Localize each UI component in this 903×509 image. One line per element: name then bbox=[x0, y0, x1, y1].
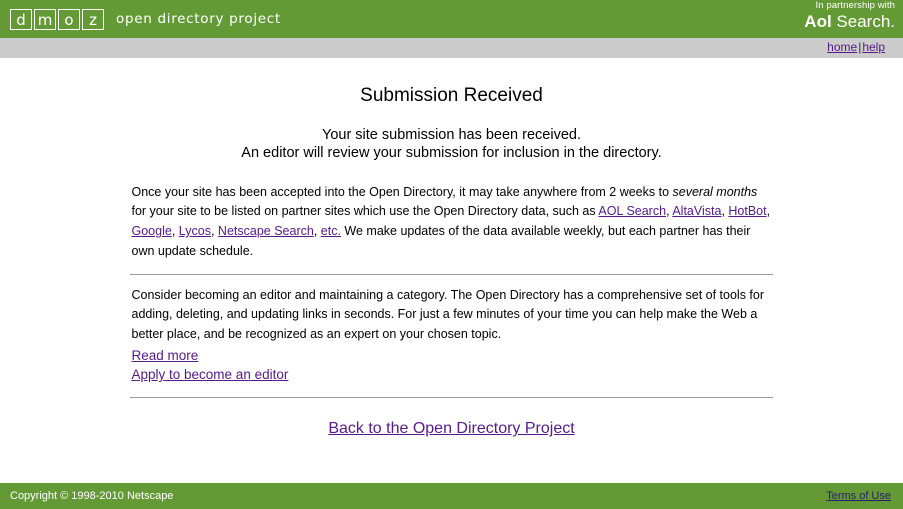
aol-search-brand: Aol Search. bbox=[804, 13, 895, 30]
dmoz-logo[interactable]: d m o z open directory project bbox=[10, 8, 281, 30]
back-link-container: Back to the Open Directory Project bbox=[0, 420, 903, 438]
partner-link-altavista[interactable]: AltaVista bbox=[672, 204, 721, 218]
listing-timeline-paragraph: Once your site has been accepted into th… bbox=[132, 183, 772, 262]
editor-links: Read more Apply to become an editor bbox=[132, 346, 772, 384]
section-divider-top bbox=[130, 273, 773, 275]
nav-links: home|help bbox=[827, 40, 885, 54]
partner-sep-5: , bbox=[313, 224, 321, 239]
intro-line-1: Your site submission has been received. bbox=[321, 127, 581, 143]
aol-partnership-logo: In partnership with Aol Search. bbox=[804, 1, 895, 30]
site-footer: Copyright © 1998-2010 Netscape Terms of … bbox=[0, 483, 903, 509]
logo-tagline: open directory project bbox=[116, 11, 281, 27]
footer-terms-container: Terms of Use bbox=[826, 490, 891, 502]
partner-sep-4: , bbox=[210, 224, 218, 239]
partner-link-netscape-search[interactable]: Netscape Search bbox=[218, 224, 314, 238]
intro-message: Your site submission has been received. … bbox=[0, 127, 903, 163]
intro-line-2: An editor will review your submission fo… bbox=[241, 144, 662, 161]
logo-letter-d: d bbox=[10, 8, 32, 30]
footer-copyright: Copyright © 1998-2010 Netscape bbox=[10, 490, 174, 502]
aol-brand-rest: Search. bbox=[831, 11, 895, 31]
partner-sep-3: , bbox=[171, 224, 179, 239]
page-title: Submission Received bbox=[360, 85, 543, 106]
partner-link-lycos[interactable]: Lycos bbox=[179, 224, 211, 238]
secondary-nav-bar: home|help bbox=[0, 38, 903, 58]
timeline-text-part1: Once your site has been accepted into th… bbox=[131, 184, 673, 199]
partner-link-google[interactable]: Google bbox=[132, 224, 172, 238]
partner-link-aol-search[interactable]: AOL Search bbox=[598, 204, 666, 218]
dmoz-logo-letters: d m o z bbox=[10, 8, 104, 30]
nav-link-help[interactable]: help bbox=[862, 40, 885, 54]
main-content: Submission Received Your site submission… bbox=[0, 58, 903, 438]
timeline-emphasis: several months bbox=[672, 184, 758, 199]
become-editor-paragraph: Consider becoming an editor and maintain… bbox=[131, 287, 765, 342]
partner-link-hotbot[interactable]: HotBot bbox=[728, 204, 766, 218]
nav-link-home[interactable]: home bbox=[827, 40, 857, 54]
partner-link-etc[interactable]: etc. bbox=[321, 224, 341, 238]
become-editor-section: Consider becoming an editor and maintain… bbox=[132, 286, 772, 385]
partnership-label: In partnership with bbox=[815, 0, 895, 11]
site-header: d m o z open directory project In partne… bbox=[0, 0, 903, 38]
logo-letter-o: o bbox=[58, 8, 80, 30]
apply-editor-link[interactable]: Apply to become an editor bbox=[132, 365, 772, 384]
partner-sep-2: , bbox=[766, 204, 771, 219]
section-divider-bottom bbox=[130, 397, 773, 399]
terms-of-use-link[interactable]: Terms of Use bbox=[826, 490, 891, 502]
logo-letter-z: z bbox=[82, 8, 104, 30]
read-more-link[interactable]: Read more bbox=[132, 346, 772, 365]
aol-brand-bold: Aol bbox=[804, 11, 832, 31]
timeline-text-part2: for your site to be listed on partner si… bbox=[131, 204, 599, 219]
logo-letter-m: m bbox=[34, 8, 56, 30]
listing-timeline-section: Once your site has been accepted into th… bbox=[132, 183, 772, 262]
back-to-odp-link[interactable]: Back to the Open Directory Project bbox=[328, 420, 574, 437]
